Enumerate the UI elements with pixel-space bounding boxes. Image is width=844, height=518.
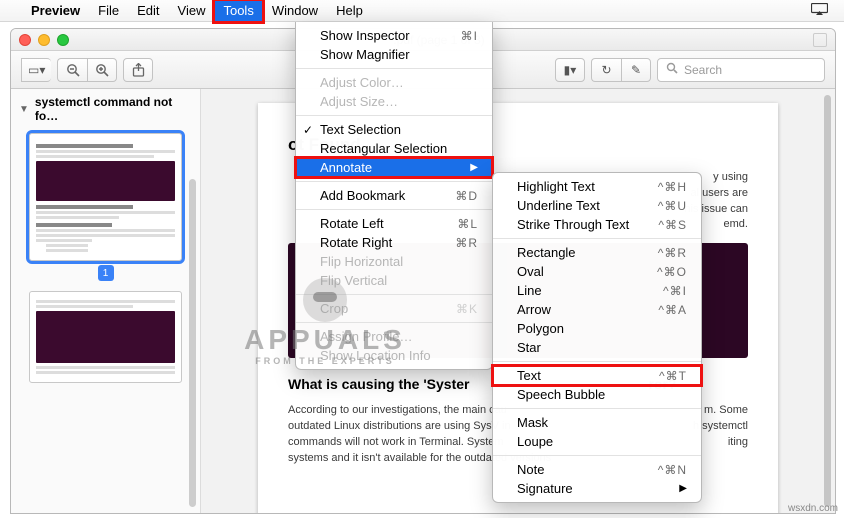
mi-add-bookmark[interactable]: Add Bookmark⌘D — [296, 186, 492, 205]
mi-rectangle[interactable]: Rectangle^⌘R — [493, 243, 701, 262]
source-credit: wsxdn.com — [788, 503, 838, 514]
mi-show-magnifier[interactable]: Show Magnifier — [296, 45, 492, 64]
sidebar-doc-title: systemctl command not fo… — [35, 95, 192, 123]
menubar-window[interactable]: Window — [263, 0, 327, 22]
menubar-file[interactable]: File — [89, 0, 128, 22]
zoom-out-button[interactable] — [57, 58, 87, 82]
mi-rotate-right[interactable]: Rotate Right⌘R — [296, 233, 492, 252]
mi-flip-vertical: Flip Vertical — [296, 271, 492, 290]
mi-crop: Crop⌘K — [296, 299, 492, 318]
mi-star[interactable]: Star — [493, 338, 701, 357]
page-number-badge: 1 — [98, 265, 114, 281]
mi-text[interactable]: Text^⌘T — [493, 366, 701, 385]
mi-annotate[interactable]: Annotate▶ — [296, 158, 492, 177]
submenu-arrow-icon: ▶ — [446, 162, 478, 173]
search-placeholder: Search — [684, 63, 722, 77]
mi-assign-profile: Assign Profile… — [296, 327, 492, 346]
zoom-in-button[interactable] — [87, 58, 117, 82]
mi-mask[interactable]: Mask — [493, 413, 701, 432]
mi-note[interactable]: Note^⌘N — [493, 460, 701, 479]
thumbnail-page-2[interactable] — [11, 291, 200, 383]
mi-text-selection[interactable]: ✓Text Selection — [296, 120, 492, 139]
highlight-button[interactable]: ▮▾ — [555, 58, 585, 82]
doc-text: y using — [713, 171, 748, 183]
mi-show-inspector[interactable]: Show Inspector⌘I — [296, 26, 492, 45]
traffic-lights — [19, 34, 69, 46]
maximize-button[interactable] — [57, 34, 69, 46]
mi-flip-horizontal: Flip Horizontal — [296, 252, 492, 271]
mi-rectangular-selection[interactable]: Rectangular Selection — [296, 139, 492, 158]
minimize-button[interactable] — [38, 34, 50, 46]
share-button[interactable] — [123, 58, 153, 82]
mi-loupe[interactable]: Loupe — [493, 432, 701, 451]
menubar-tools[interactable]: Tools — [214, 0, 262, 22]
mi-adjust-color: Adjust Color… — [296, 73, 492, 92]
rotate-button[interactable]: ↻ — [591, 58, 621, 82]
mi-rotate-left[interactable]: Rotate Left⌘L — [296, 214, 492, 233]
menubar-app[interactable]: Preview — [22, 0, 89, 22]
search-input[interactable]: Search — [657, 58, 825, 82]
mi-oval[interactable]: Oval^⌘O — [493, 262, 701, 281]
search-icon — [666, 62, 678, 77]
disclosure-triangle-icon[interactable]: ▼ — [19, 104, 29, 115]
airplay-icon[interactable] — [805, 3, 834, 19]
mi-underline-text[interactable]: Underline Text^⌘U — [493, 196, 701, 215]
tools-menu: Show Inspector⌘I Show Magnifier Adjust C… — [295, 22, 493, 370]
menubar-edit[interactable]: Edit — [128, 0, 168, 22]
menubar-view[interactable]: View — [169, 0, 215, 22]
content-scrollbar[interactable] — [824, 95, 831, 507]
mi-adjust-size: Adjust Size… — [296, 92, 492, 111]
doc-proxy-icon[interactable] — [813, 33, 827, 47]
menubar-help[interactable]: Help — [327, 0, 372, 22]
annotate-submenu: Highlight Text^⌘H Underline Text^⌘U Stri… — [492, 172, 702, 503]
thumbnail-page-1[interactable] — [11, 133, 200, 261]
mi-arrow[interactable]: Arrow^⌘A — [493, 300, 701, 319]
mi-signature[interactable]: Signature▶ — [493, 479, 701, 498]
mi-speech-bubble[interactable]: Speech Bubble — [493, 385, 701, 404]
mi-strike-text[interactable]: Strike Through Text^⌘S — [493, 215, 701, 234]
mi-polygon[interactable]: Polygon — [493, 319, 701, 338]
check-icon: ✓ — [303, 123, 313, 137]
thumbnails-sidebar: ▼ systemctl command not fo… 1 — [11, 89, 201, 513]
sidebar-scrollbar[interactable] — [189, 179, 196, 507]
sidebar-view-button[interactable]: ▭▾ — [21, 58, 51, 82]
markup-button[interactable]: ✎ — [621, 58, 651, 82]
menubar: Preview File Edit View Tools Window Help — [0, 0, 844, 22]
mi-show-location: Show Location Info — [296, 346, 492, 365]
close-button[interactable] — [19, 34, 31, 46]
sidebar-doc-header[interactable]: ▼ systemctl command not fo… — [11, 89, 200, 129]
mi-line[interactable]: Line^⌘I — [493, 281, 701, 300]
mi-highlight-text[interactable]: Highlight Text^⌘H — [493, 177, 701, 196]
submenu-arrow-icon: ▶ — [655, 483, 687, 494]
doc-text: emd. — [724, 218, 748, 230]
